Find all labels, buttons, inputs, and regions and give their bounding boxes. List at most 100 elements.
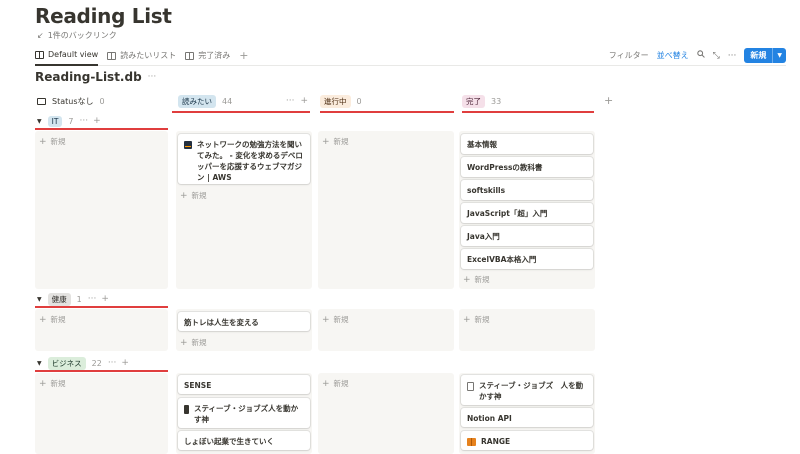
- card[interactable]: Notion API: [461, 408, 593, 427]
- group-badge: ビジネス: [47, 356, 86, 370]
- add-new-button[interactable]: + 新規: [39, 314, 66, 325]
- card-title: 筋トレは人生を変える: [184, 318, 259, 327]
- group-badge: 健康: [47, 292, 71, 306]
- add-new-button[interactable]: + 新規: [322, 136, 349, 147]
- expand-icon[interactable]: ⤡: [713, 51, 720, 61]
- card-title: Java入門: [467, 232, 500, 241]
- card[interactable]: Java入門: [461, 226, 593, 246]
- group-header-it[interactable]: ▼ IT 7 ··· +: [37, 114, 101, 128]
- column-label: Statusなし: [52, 96, 94, 106]
- card-title: Notion API: [467, 414, 512, 423]
- board-icon: [35, 50, 44, 59]
- column-more-button[interactable]: ···: [286, 96, 295, 106]
- group-more-button[interactable]: ···: [108, 358, 117, 368]
- lane-it-in-progress: + 新規: [318, 131, 454, 289]
- group-count: 1: [76, 294, 82, 304]
- group-add-button[interactable]: +: [121, 358, 129, 368]
- lane-it-want: ネットワークの勉強方法を聞いてみた。 - 変化を求めるデベロッパーを応援するウェ…: [176, 131, 312, 289]
- group-more-button[interactable]: ···: [88, 294, 97, 304]
- card[interactable]: 筋トレは人生を変える: [178, 312, 310, 331]
- filter-button[interactable]: フィルター: [609, 50, 649, 61]
- add-new-label: 新規: [333, 315, 349, 324]
- card[interactable]: JavaScript「超」入門: [461, 203, 593, 223]
- lane-health-want: 筋トレは人生を変える + 新規: [176, 309, 312, 351]
- tab-default-view[interactable]: Default view: [35, 46, 99, 66]
- column-count: 0: [356, 96, 362, 106]
- add-new-button[interactable]: + 新規: [463, 274, 490, 285]
- annotation-underline: [320, 111, 454, 113]
- lane-health-done: + 新規: [459, 309, 595, 351]
- annotation-underline: [462, 111, 594, 113]
- group-header-health[interactable]: ▼ 健康 1 ··· +: [37, 292, 109, 306]
- group-add-button[interactable]: +: [101, 294, 109, 304]
- database-title[interactable]: Reading-List.db ···: [35, 70, 156, 84]
- card[interactable]: ExcelVBA本格入門: [461, 249, 593, 269]
- lane-business-no-status: + 新規: [35, 373, 168, 454]
- add-new-button[interactable]: + 新規: [322, 314, 349, 325]
- annotation-underline: [35, 370, 168, 372]
- status-badge: 完了: [462, 94, 485, 108]
- annotation-underline: [172, 111, 310, 113]
- group-add-button[interactable]: +: [93, 116, 101, 126]
- card[interactable]: スティーブ・ジョブズ人を動かす神: [178, 398, 310, 428]
- card-title: スティーブ・ジョブズ 人を動かす神: [479, 381, 584, 401]
- add-view-button[interactable]: +: [239, 46, 248, 66]
- tab-completed[interactable]: 完了済み: [185, 46, 230, 66]
- database-more-button[interactable]: ···: [148, 72, 157, 82]
- add-new-button[interactable]: + 新規: [463, 314, 490, 325]
- lane-business-done: スティーブ・ジョブズ 人を動かす神 Notion API RANGE: [459, 373, 595, 454]
- add-new-label: 新規: [474, 275, 490, 284]
- card[interactable]: SENSE: [178, 375, 310, 394]
- new-button[interactable]: 新規 ▼: [744, 48, 786, 63]
- group-more-button[interactable]: ···: [80, 116, 89, 126]
- card[interactable]: WordPressの教科書: [461, 157, 593, 177]
- card[interactable]: しょぼい起業で生きていく: [178, 431, 310, 450]
- card[interactable]: 基本情報: [461, 134, 593, 154]
- sort-button[interactable]: 並べ替え: [657, 50, 689, 61]
- column-headers: Statusなし 0 読みたい 44 ··· + 進行中 0 完了 33: [0, 94, 800, 108]
- add-new-button[interactable]: + 新規: [180, 190, 207, 201]
- backlink-link[interactable]: ↙ 1件のバックリンク: [37, 30, 117, 41]
- book-icon: [184, 405, 189, 414]
- plus-icon: +: [322, 314, 330, 325]
- caret-down-icon[interactable]: ▼: [37, 118, 42, 125]
- column-header-done[interactable]: 完了 33: [462, 94, 592, 108]
- caret-down-icon[interactable]: ▼: [37, 296, 42, 303]
- column-header-want-to-read[interactable]: 読みたい 44 ··· +: [178, 94, 308, 108]
- add-new-button[interactable]: + 新規: [322, 378, 349, 389]
- add-new-button[interactable]: + 新規: [39, 378, 66, 389]
- backlink-arrow-icon: ↙: [37, 31, 44, 40]
- column-count: 33: [491, 96, 502, 106]
- annotation-underline: [35, 306, 168, 308]
- database-title-text: Reading-List.db: [35, 70, 142, 84]
- search-icon[interactable]: [696, 50, 705, 61]
- toolbar: フィルター 並べ替え ⤡ ··· 新規 ▼: [609, 48, 786, 63]
- card-title: RANGE: [481, 437, 511, 446]
- plus-icon: +: [463, 274, 471, 285]
- card-title: SENSE: [184, 381, 212, 390]
- card-title: ネットワークの勉強方法を聞いてみた。 - 変化を求めるデベロッパーを応援するウェ…: [197, 140, 303, 182]
- add-column-button[interactable]: +: [604, 94, 613, 107]
- column-header-no-status[interactable]: Statusなし 0: [37, 94, 167, 108]
- column-header-in-progress[interactable]: 進行中 0: [320, 94, 450, 108]
- group-header-business[interactable]: ▼ ビジネス 22 ··· +: [37, 356, 129, 370]
- add-new-label: 新規: [50, 315, 66, 324]
- card[interactable]: ネットワークの勉強方法を聞いてみた。 - 変化を求めるデベロッパーを応援するウェ…: [178, 134, 310, 184]
- caret-down-icon[interactable]: ▼: [37, 360, 42, 367]
- chevron-down-icon[interactable]: ▼: [772, 48, 786, 63]
- tab-reading-list[interactable]: 読みたいリスト: [107, 46, 176, 66]
- plus-icon: +: [39, 378, 47, 389]
- tab-label: 完了済み: [198, 51, 231, 60]
- card[interactable]: RANGE: [461, 431, 593, 450]
- card-title: 基本情報: [467, 140, 497, 149]
- column-add-button[interactable]: +: [300, 96, 308, 106]
- add-new-button[interactable]: + 新規: [39, 136, 66, 147]
- annotation-underline: [35, 128, 168, 130]
- plus-icon: +: [322, 136, 330, 147]
- card[interactable]: スティーブ・ジョブズ 人を動かす神: [461, 375, 593, 405]
- card[interactable]: softskills: [461, 180, 593, 200]
- table-icon: [107, 51, 117, 60]
- more-options-button[interactable]: ···: [728, 51, 737, 61]
- add-new-label: 新規: [50, 137, 66, 146]
- add-new-button[interactable]: + 新規: [180, 337, 207, 348]
